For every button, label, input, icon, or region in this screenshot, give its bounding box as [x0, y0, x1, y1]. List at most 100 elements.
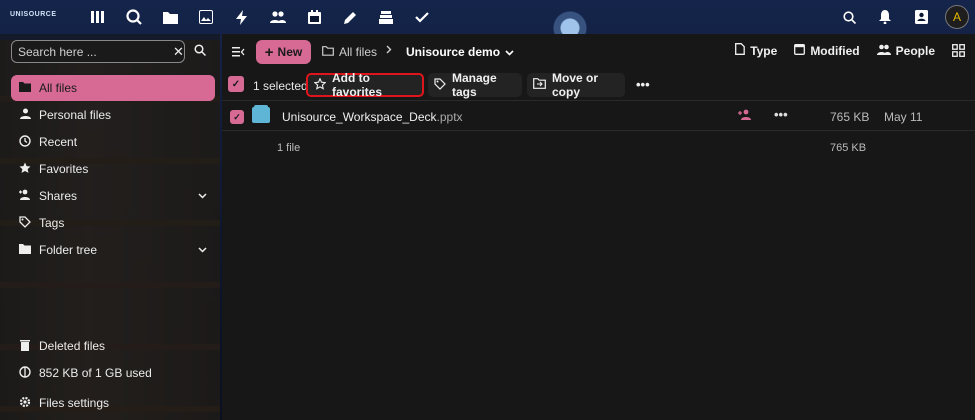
deleted-files-item[interactable]: Deleted files — [11, 333, 215, 359]
search-submit-icon[interactable] — [194, 44, 207, 59]
manage-tags-button[interactable]: Manage tags — [428, 71, 522, 99]
photos-icon[interactable] — [188, 0, 224, 34]
breadcrumb-root-label: All files — [339, 45, 378, 59]
sidebar-item-label: Folder tree — [39, 243, 98, 257]
breadcrumb-current[interactable]: Unisource demo — [406, 45, 514, 59]
row-checkbox[interactable]: ✓ — [230, 110, 244, 124]
sidebar-item-label: Personal files — [39, 108, 112, 122]
person-icon — [19, 108, 31, 122]
folder-icon — [19, 81, 31, 95]
deleted-files-label: Deleted files — [39, 339, 106, 353]
filter-modified-button[interactable]: Modified — [794, 43, 860, 58]
header-right: A — [837, 0, 969, 34]
tasks-icon[interactable] — [404, 0, 440, 34]
plus-icon: + — [264, 43, 274, 61]
row-divider — [222, 130, 975, 131]
clear-search-icon[interactable]: ✕ — [173, 44, 184, 60]
chevron-down-icon[interactable] — [198, 191, 207, 202]
file-basename: Unisource_Workspace_Deck — [282, 110, 437, 124]
folder-move-icon — [533, 78, 546, 92]
pie-chart-icon — [19, 365, 31, 381]
view-tools: Type Modified People — [735, 43, 965, 58]
sidebar-nav: All files Personal files Recent Favorite… — [11, 75, 215, 264]
dashboard-icon[interactable] — [80, 0, 116, 34]
new-button[interactable]: + New — [256, 40, 311, 64]
filter-type-button[interactable]: Type — [735, 43, 777, 58]
top-bar: UNISOURCE A — [0, 0, 975, 34]
breadcrumb-current-label: Unisource demo — [406, 45, 501, 59]
share-user-icon[interactable] — [738, 109, 752, 123]
notes-icon[interactable] — [332, 0, 368, 34]
history-icon — [19, 134, 31, 150]
notifications-icon[interactable] — [873, 5, 897, 29]
sidebar-item-all-files[interactable]: All files — [11, 75, 215, 101]
sidebar-item-shares[interactable]: Shares — [11, 183, 215, 209]
summary-total-size: 765 KB — [830, 142, 867, 154]
add-to-favorites-button[interactable]: Add to favorites — [306, 71, 424, 99]
activity-icon[interactable] — [224, 0, 260, 34]
star-outline-icon — [313, 76, 327, 93]
file-modified-date: May 11 — [884, 110, 923, 124]
chevron-down-icon — [505, 45, 514, 59]
search-input[interactable] — [18, 44, 173, 59]
file-size: 765 KB — [830, 110, 870, 124]
header-divider — [222, 100, 975, 101]
calendar-icon — [794, 43, 806, 58]
sidebar-item-tags[interactable]: Tags — [11, 210, 215, 236]
search-box: ✕ — [11, 40, 185, 63]
manage-tags-label: Manage tags — [452, 71, 497, 99]
storage-usage[interactable]: 852 KB of 1 GB used — [11, 360, 215, 386]
files-settings-item[interactable]: Files settings — [11, 390, 215, 416]
sidebar-item-label: Shares — [39, 189, 78, 203]
more-actions-icon[interactable]: ••• — [636, 77, 650, 92]
app-logo[interactable]: UNISOURCE — [10, 11, 57, 18]
breadcrumb-separator-icon — [386, 45, 392, 54]
sidebar-item-personal-files[interactable]: Personal files — [11, 102, 215, 128]
summary-file-count: 1 file — [277, 142, 301, 154]
contacts-menu-icon[interactable] — [909, 5, 933, 29]
breadcrumb-root[interactable]: All files — [322, 45, 377, 59]
row-actions-icon[interactable]: ••• — [774, 107, 788, 122]
star-icon — [19, 162, 31, 177]
grid-view-icon[interactable] — [952, 44, 965, 57]
tag-icon — [19, 215, 31, 231]
file-name[interactable]: Unisource_Workspace_Deck.pptx — [282, 110, 463, 124]
breadcrumb: + New All files Unisource demo Type Modi… — [222, 40, 975, 66]
toggle-sidebar-icon[interactable] — [232, 45, 245, 60]
filter-modified-label: Modified — [810, 43, 860, 58]
move-or-copy-label: Move or copy — [552, 71, 599, 99]
sidebar-item-folder-tree[interactable]: Folder tree — [11, 237, 215, 263]
chevron-down-icon[interactable] — [198, 245, 207, 256]
file-type-icon — [735, 43, 746, 58]
sidebar: ✕ All files Personal files Recent — [0, 34, 220, 420]
search-circle-icon[interactable] — [116, 0, 152, 34]
main-content: + New All files Unisource demo Type Modi… — [222, 34, 975, 420]
people-icon — [876, 44, 891, 58]
deck-icon[interactable] — [368, 0, 404, 34]
app-menu — [80, 0, 440, 34]
sidebar-item-favorites[interactable]: Favorites — [11, 156, 215, 182]
select-all-checkbox[interactable]: ✓ — [228, 76, 244, 92]
presentation-file-icon — [252, 105, 270, 123]
sidebar-item-label: All files — [39, 81, 78, 95]
table-row[interactable]: ✓ Unisource_Workspace_Deck.pptx ••• 765 … — [222, 104, 975, 130]
filter-people-button[interactable]: People — [876, 43, 935, 58]
user-avatar[interactable]: A — [945, 5, 969, 29]
contacts-icon[interactable] — [260, 0, 296, 34]
new-button-label: New — [277, 45, 303, 59]
files-icon[interactable] — [152, 0, 188, 34]
filter-people-label: People — [895, 43, 935, 58]
calendar-icon[interactable] — [296, 0, 332, 34]
move-or-copy-button[interactable]: Move or copy — [527, 71, 625, 99]
add-to-favorites-label: Add to favorites — [332, 71, 383, 99]
search-icon[interactable] — [837, 5, 861, 29]
share-icon — [19, 189, 31, 203]
sidebar-footer: Deleted files 852 KB of 1 GB used Files … — [11, 333, 215, 417]
sidebar-item-label: Favorites — [39, 162, 89, 176]
filter-type-label: Type — [750, 43, 778, 58]
sidebar-item-label: Tags — [39, 216, 65, 230]
selection-action-bar: ✓ 1 selected Add to favorites Manage tag… — [222, 71, 975, 99]
sidebar-item-recent[interactable]: Recent — [11, 129, 215, 155]
gear-icon — [19, 396, 31, 411]
trash-icon — [19, 339, 31, 354]
